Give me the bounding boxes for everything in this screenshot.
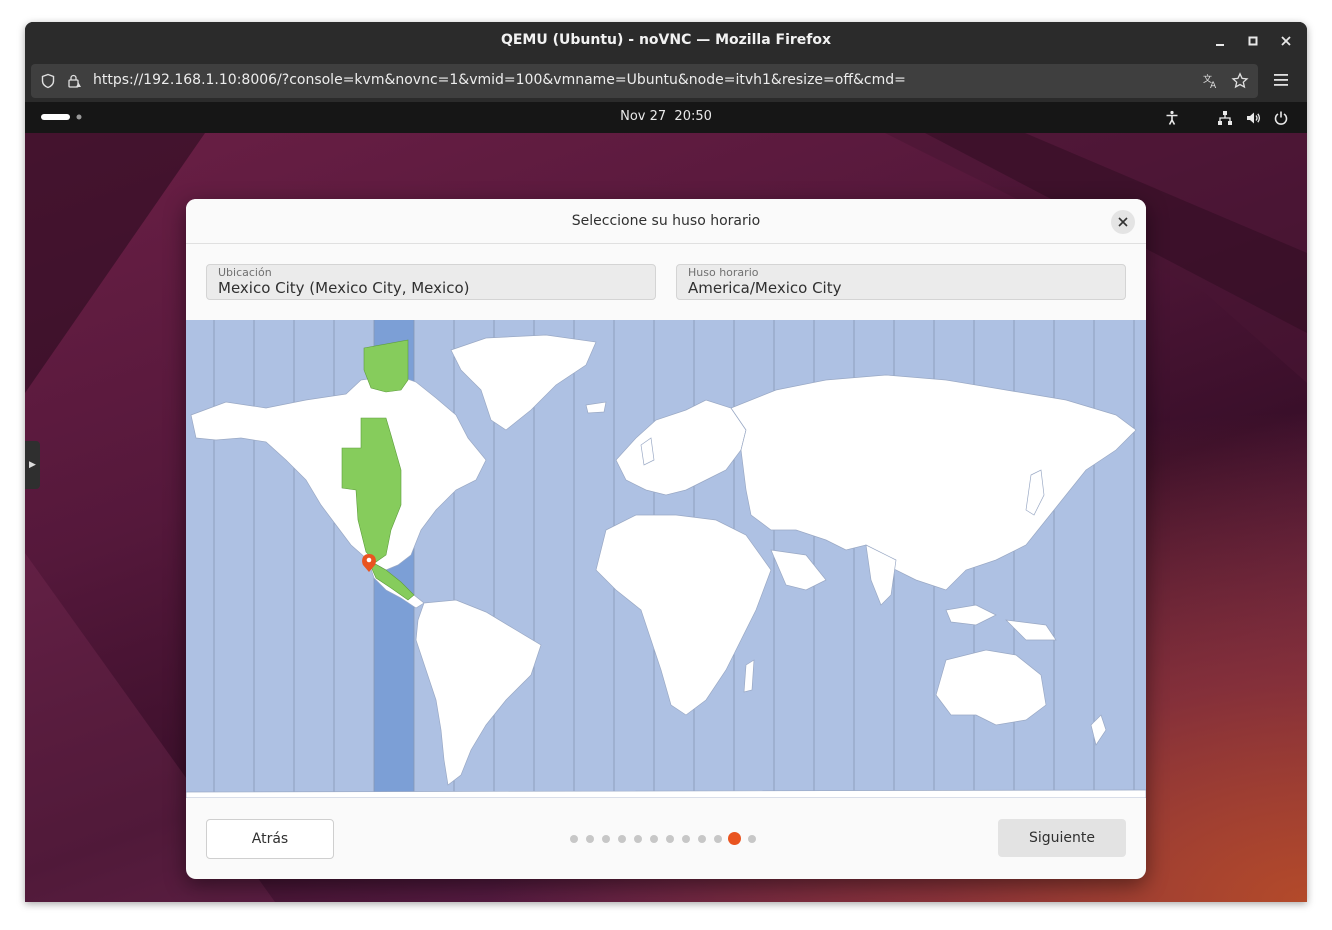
progress-dot — [618, 835, 626, 843]
minimize-icon[interactable] — [1210, 31, 1230, 51]
volume-icon[interactable] — [1244, 109, 1262, 127]
lock-warning-icon[interactable] — [65, 72, 83, 90]
dialog-close-button[interactable] — [1111, 210, 1135, 234]
progress-dot — [698, 835, 706, 843]
location-label: Ubicación — [218, 266, 272, 279]
progress-dot — [570, 835, 578, 843]
timezone-value[interactable]: America/Mexico City — [688, 279, 841, 297]
top-bar-clock[interactable]: Nov 27 20:50 — [25, 109, 1307, 124]
translate-icon[interactable]: 文A — [1202, 72, 1220, 90]
progress-dot — [682, 835, 690, 843]
progress-dot — [650, 835, 658, 843]
close-icon[interactable] — [1276, 31, 1296, 51]
bookmark-star-icon[interactable] — [1231, 72, 1249, 90]
progress-dot — [602, 835, 610, 843]
timezone-field[interactable]: Huso horario America/Mexico City — [676, 264, 1126, 300]
location-value[interactable]: Mexico City (Mexico City, Mexico) — [218, 279, 469, 297]
timezone-dialog: Seleccione su huso horario Ubicación Mex… — [186, 199, 1146, 879]
next-button[interactable]: Siguiente — [998, 819, 1126, 857]
progress-dot-current — [728, 832, 741, 845]
caret-right-icon: ▶ — [29, 460, 36, 470]
close-icon — [1118, 217, 1128, 227]
progress-dot — [666, 835, 674, 843]
dialog-header: Seleccione su huso horario — [186, 199, 1146, 244]
progress-dot — [634, 835, 642, 843]
novnc-sidebar-toggle[interactable]: ▶ — [25, 441, 40, 489]
svg-text:A: A — [1210, 81, 1217, 90]
browser-window: QEMU (Ubuntu) - noVNC — Mozilla Firefox … — [25, 22, 1307, 902]
gnome-top-bar: Nov 27 20:50 — [25, 102, 1307, 133]
network-icon[interactable] — [1216, 109, 1234, 127]
address-bar[interactable]: https://192.168.1.10:8006/?console=kvm&n… — [31, 64, 1258, 98]
url-text[interactable]: https://192.168.1.10:8006/?console=kvm&n… — [93, 72, 906, 88]
progress-dot — [586, 835, 594, 843]
vm-desktop: ▶ Seleccione su huso horario Ubicación M… — [25, 133, 1307, 902]
maximize-icon[interactable] — [1243, 31, 1263, 51]
dialog-title: Seleccione su huso horario — [571, 213, 761, 229]
progress-dot — [748, 835, 756, 843]
clock-time: 20:50 — [674, 109, 712, 124]
timezone-map[interactable] — [186, 320, 1146, 798]
power-icon[interactable] — [1272, 109, 1290, 127]
back-button[interactable]: Atrás — [206, 819, 334, 859]
timezone-label: Huso horario — [688, 266, 759, 279]
accessibility-icon[interactable] — [1163, 109, 1181, 127]
clock-date: Nov 27 — [620, 109, 667, 124]
shield-icon[interactable] — [39, 72, 57, 90]
progress-dots — [570, 832, 770, 846]
world-map-svg[interactable] — [186, 320, 1146, 798]
hamburger-menu-icon[interactable] — [1269, 68, 1293, 92]
progress-dot — [714, 835, 722, 843]
window-title: QEMU (Ubuntu) - noVNC — Mozilla Firefox — [500, 32, 832, 48]
window-titlebar[interactable]: QEMU (Ubuntu) - noVNC — Mozilla Firefox — [25, 22, 1307, 60]
location-field[interactable]: Ubicación Mexico City (Mexico City, Mexi… — [206, 264, 656, 300]
